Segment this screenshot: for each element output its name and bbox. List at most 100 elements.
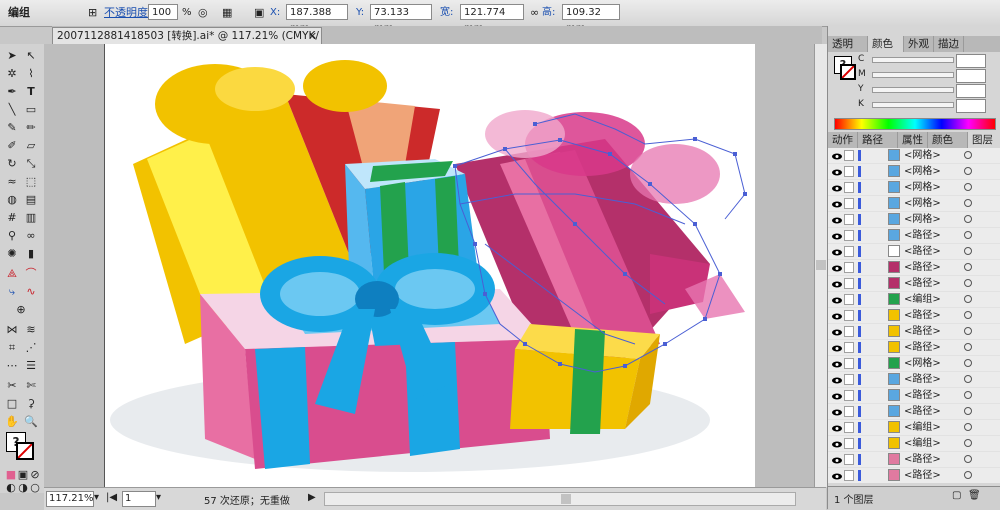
- lock-toggle[interactable]: [844, 246, 854, 257]
- lock-toggle[interactable]: [844, 294, 854, 305]
- type-tool-icon[interactable]: T: [22, 84, 40, 100]
- lock-toggle[interactable]: [844, 310, 854, 321]
- visibility-eye-icon[interactable]: [832, 455, 842, 464]
- curvature-icon[interactable]: ⌒: [22, 266, 40, 282]
- layer-row[interactable]: <网格>: [828, 148, 1000, 164]
- layer-row[interactable]: <网格>: [828, 212, 1000, 228]
- list-icon[interactable]: ☰: [22, 358, 40, 374]
- visibility-eye-icon[interactable]: [832, 311, 842, 320]
- opacity-input[interactable]: 100: [148, 4, 178, 20]
- visibility-eye-icon[interactable]: [832, 247, 842, 256]
- layer-row[interactable]: <路径>: [828, 244, 1000, 260]
- lasso-icon[interactable]: ⌇: [22, 66, 40, 82]
- layer-row[interactable]: <网格>: [828, 196, 1000, 212]
- column-graph-icon[interactable]: ▮: [22, 246, 40, 262]
- page-first-icon[interactable]: |◀: [106, 492, 117, 503]
- visibility-eye-icon[interactable]: [832, 151, 842, 160]
- layer-row[interactable]: <编组>: [828, 436, 1000, 452]
- target-icon[interactable]: [964, 215, 972, 223]
- visibility-eye-icon[interactable]: [832, 407, 842, 416]
- canvas-area[interactable]: [44, 44, 814, 487]
- width-tool-icon[interactable]: ⟁: [3, 266, 21, 282]
- lock-toggle[interactable]: [844, 230, 854, 241]
- height-input[interactable]: 109.32 mm: [562, 4, 620, 34]
- visibility-eye-icon[interactable]: [832, 327, 842, 336]
- value-y[interactable]: [956, 84, 986, 98]
- line-tool-icon[interactable]: ╲: [3, 102, 21, 118]
- visibility-eye-icon[interactable]: [832, 471, 842, 480]
- artboard-icon[interactable]: □: [3, 396, 21, 412]
- target-icon[interactable]: [964, 311, 972, 319]
- layer-row[interactable]: <网格>: [828, 164, 1000, 180]
- layer-row[interactable]: <路径>: [828, 340, 1000, 356]
- target-icon[interactable]: [964, 359, 972, 367]
- direct-selection-tool-icon[interactable]: ↖: [22, 48, 40, 64]
- status-menu-icon[interactable]: ▶: [308, 492, 316, 503]
- target-icon[interactable]: [964, 423, 972, 431]
- mesh-tool-icon[interactable]: #: [3, 210, 21, 226]
- hscroll-thumb[interactable]: [561, 494, 571, 504]
- tab-stroke[interactable]: 描边: [934, 36, 964, 52]
- target-icon[interactable]: [964, 151, 972, 159]
- artboard-tool-icon[interactable]: ⊕: [12, 302, 30, 318]
- warp-tool-icon[interactable]: ≈: [3, 174, 21, 190]
- target-icon[interactable]: [964, 231, 972, 239]
- link-icon[interactable]: ∞: [530, 4, 539, 22]
- color-spectrum[interactable]: [834, 118, 996, 130]
- layer-row[interactable]: <编组>: [828, 420, 1000, 436]
- lock-toggle[interactable]: [844, 182, 854, 193]
- shape-builder-icon[interactable]: ◍: [3, 192, 21, 208]
- visibility-eye-icon[interactable]: [832, 423, 842, 432]
- lock-toggle[interactable]: [844, 198, 854, 209]
- crop-icon[interactable]: ⌗: [3, 340, 21, 356]
- value-k[interactable]: [956, 99, 986, 113]
- lock-toggle[interactable]: [844, 390, 854, 401]
- zoom-select[interactable]: 117.21%: [46, 491, 94, 507]
- rectangle-tool-icon[interactable]: ▭: [22, 102, 40, 118]
- lock-toggle[interactable]: [844, 342, 854, 353]
- layer-row[interactable]: <路径>: [828, 260, 1000, 276]
- lock-toggle[interactable]: [844, 470, 854, 481]
- blend-tool-icon[interactable]: ∞: [22, 228, 40, 244]
- tab-pathfinder[interactable]: 路径查: [858, 132, 898, 162]
- horizontal-scrollbar[interactable]: [324, 492, 796, 506]
- slider-y[interactable]: [872, 87, 954, 93]
- page-dropdown-icon[interactable]: ▾: [156, 492, 161, 503]
- visibility-eye-icon[interactable]: [832, 183, 842, 192]
- pencil-icon[interactable]: ✏: [22, 120, 40, 136]
- layer-row[interactable]: <路径>: [828, 308, 1000, 324]
- live-paint-icon[interactable]: ✂: [3, 378, 21, 394]
- visibility-eye-icon[interactable]: [832, 391, 842, 400]
- target-icon[interactable]: [964, 343, 972, 351]
- tab-appearance[interactable]: 外观: [904, 36, 934, 52]
- lock-toggle[interactable]: [844, 166, 854, 177]
- layer-row[interactable]: <路径>: [828, 372, 1000, 388]
- artboard[interactable]: [104, 44, 755, 487]
- width-input[interactable]: 121.774 mm: [460, 4, 524, 34]
- gradient-tool-icon[interactable]: ▥: [22, 210, 40, 226]
- fill-stroke-swatch[interactable]: ?: [6, 432, 36, 462]
- layer-row[interactable]: <网格>: [828, 180, 1000, 196]
- draw-inside-icon[interactable]: ○: [26, 480, 44, 496]
- visibility-eye-icon[interactable]: [832, 199, 842, 208]
- slider-k[interactable]: [872, 102, 954, 108]
- target-icon[interactable]: [964, 199, 972, 207]
- zoom-dropdown-icon[interactable]: ▾: [94, 492, 99, 503]
- scroll-thumb[interactable]: [816, 260, 826, 270]
- value-m[interactable]: [956, 69, 986, 83]
- tab-transparency[interactable]: 透明度: [828, 36, 868, 66]
- lock-toggle[interactable]: [844, 422, 854, 433]
- align-icon[interactable]: ▦: [222, 4, 232, 22]
- slice-tool-icon[interactable]: ⋈: [3, 322, 21, 338]
- recolor-icon[interactable]: ◎: [198, 4, 208, 22]
- document-tab[interactable]: 2007112881418503 [转换].ai* @ 117.21% (CMY…: [52, 27, 322, 59]
- lock-toggle[interactable]: [844, 150, 854, 161]
- anchor-tool-icon[interactable]: ⤷: [3, 284, 21, 300]
- visibility-eye-icon[interactable]: [832, 359, 842, 368]
- free-transform-icon[interactable]: ⬚: [22, 174, 40, 190]
- layer-row[interactable]: <路径>: [828, 276, 1000, 292]
- target-icon[interactable]: [964, 439, 972, 447]
- target-icon[interactable]: [964, 263, 972, 271]
- lock-toggle[interactable]: [844, 374, 854, 385]
- visibility-eye-icon[interactable]: [832, 215, 842, 224]
